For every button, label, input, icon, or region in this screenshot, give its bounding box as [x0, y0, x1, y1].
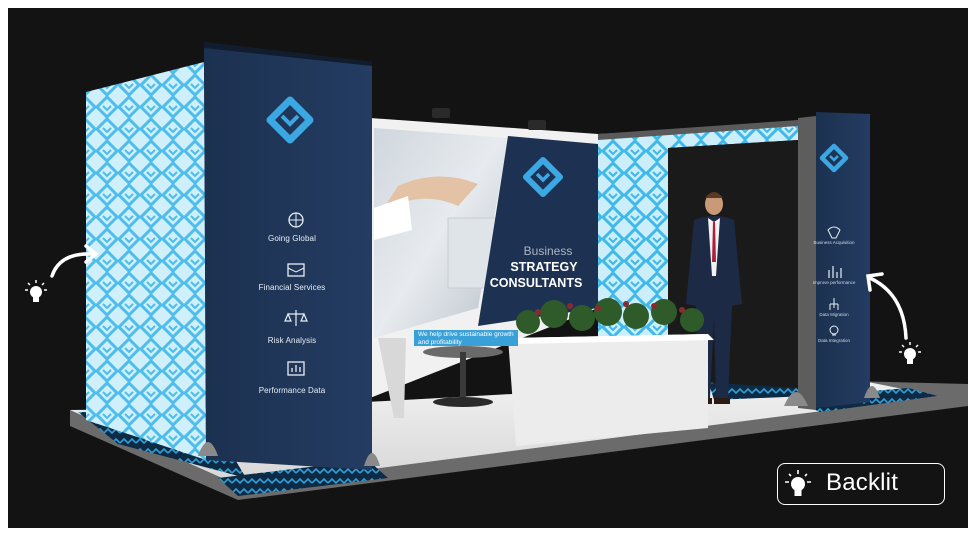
service-label: Improve performance [812, 280, 856, 285]
service-label: Going Global [268, 234, 316, 243]
backlit-arrow-right [866, 272, 908, 340]
service-label: Business Acquisition [813, 240, 855, 245]
left-backlit-panel [86, 62, 206, 460]
service-label: Data Migration [819, 312, 849, 317]
lightbulb-icon [25, 280, 47, 302]
left-tower [204, 42, 372, 470]
backlit-legend-label: Backlit [826, 469, 899, 496]
hero-kicker: Business [523, 244, 573, 258]
lightbulb-icon [899, 342, 921, 364]
tagline-strip: We help drive sustainable growth and pro… [414, 330, 518, 346]
right-tower [798, 112, 870, 410]
service-label: Performance Data [258, 386, 326, 395]
service-label: Data Integration [817, 338, 851, 343]
planter [508, 298, 714, 446]
hero-title-line1: STRATEGY [510, 260, 578, 274]
exhibition-booth-render: Going Global Financial Services Risk Ana… [8, 8, 968, 528]
service-label: Risk Analysis [267, 336, 317, 345]
booth-illustration [25, 42, 968, 500]
service-label: Financial Services [258, 283, 326, 292]
hero-title-line2: CONSULTANTS [489, 276, 583, 290]
image-frame: Going Global Financial Services Risk Ana… [0, 0, 975, 533]
